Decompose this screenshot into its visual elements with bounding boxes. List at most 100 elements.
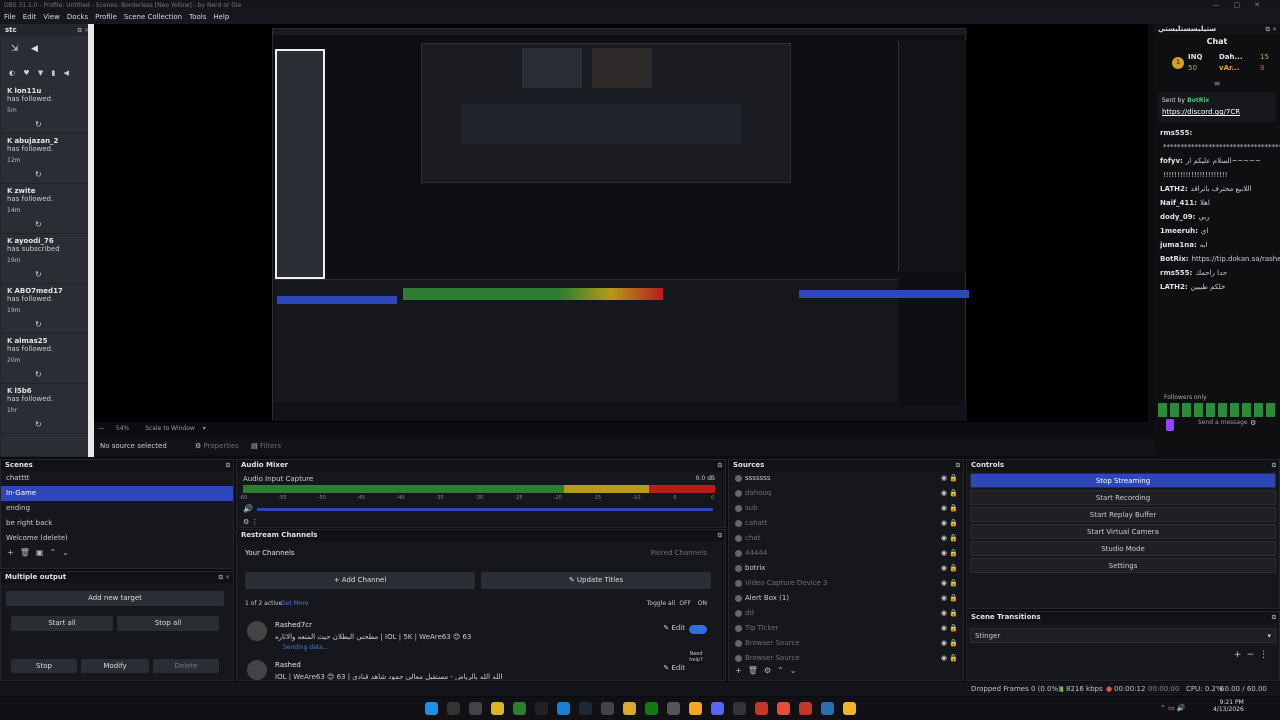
visibility-icon[interactable]: ◉ xyxy=(941,576,947,591)
channel-toggle[interactable] xyxy=(689,625,707,634)
source-item[interactable]: sssssss ◉ 🔒 xyxy=(729,471,963,486)
replay-icon[interactable]: ↻ xyxy=(35,270,42,279)
replay-icon[interactable]: ↻ xyxy=(35,220,42,229)
app-icon[interactable] xyxy=(667,702,680,715)
event-user[interactable]: zwite xyxy=(14,187,35,195)
help-button[interactable]: Need help? xyxy=(689,651,703,663)
menu-item[interactable]: File xyxy=(4,13,16,21)
control-button[interactable]: Start Virtual Camera xyxy=(970,524,1276,539)
tray-icons[interactable]: ⌃ ▭ 🔊 xyxy=(1160,704,1186,712)
app-icon[interactable] xyxy=(843,702,856,715)
source-item[interactable]: Browser Source ◉ 🔒 xyxy=(729,636,963,651)
source-item[interactable]: dd ◉ 🔒 xyxy=(729,606,963,621)
visibility-icon[interactable]: ◉ xyxy=(941,486,947,501)
event-user[interactable]: ABO7med17 xyxy=(14,287,62,295)
stop-all-button[interactable]: Stop all xyxy=(117,616,219,631)
app-icon[interactable] xyxy=(491,702,504,715)
lock-icon[interactable]: 🔒 xyxy=(949,636,958,651)
source-item[interactable]: Tip Ticker ◉ 🔒 xyxy=(729,621,963,636)
obs-icon[interactable] xyxy=(601,702,614,715)
menu-item[interactable]: Edit xyxy=(23,13,37,21)
chevron-down-icon[interactable]: ▾ xyxy=(203,425,206,432)
discord-icon[interactable] xyxy=(711,702,724,715)
app-icon[interactable] xyxy=(645,702,658,715)
visibility-icon[interactable]: ◉ xyxy=(941,531,947,546)
zoom-out-icon[interactable]: — xyxy=(98,425,104,432)
event-user[interactable]: almas25 xyxy=(14,337,47,345)
chat-user[interactable]: LATH2: xyxy=(1160,283,1188,291)
visibility-icon[interactable]: ◉ xyxy=(941,516,947,531)
chat-input[interactable]: Send a message xyxy=(1198,419,1248,426)
start-all-button[interactable]: Start all xyxy=(11,616,113,631)
lock-icon[interactable]: 🔒 xyxy=(949,546,958,561)
settings-icon[interactable]: ⚙ xyxy=(1250,419,1256,427)
delete-button[interactable]: Delete xyxy=(153,659,219,673)
update-titles-button[interactable]: ✎ Update Titles xyxy=(481,572,711,589)
filters-icon[interactable]: ▤ xyxy=(251,442,258,450)
lock-icon[interactable]: 🔒 xyxy=(949,501,958,516)
toggle-off[interactable]: OFF xyxy=(679,600,691,607)
scene-item[interactable]: ending xyxy=(1,501,233,516)
visibility-icon[interactable]: ◉ xyxy=(941,636,947,651)
menu-item[interactable]: Docks xyxy=(67,13,88,21)
visibility-icon[interactable]: ◉ xyxy=(941,471,947,486)
source-item[interactable]: 44444 ◉ 🔒 xyxy=(729,546,963,561)
replay-icon[interactable]: ↻ xyxy=(35,170,42,179)
control-button[interactable]: Settings xyxy=(970,558,1276,573)
visibility-icon[interactable]: ◉ xyxy=(941,546,947,561)
lock-icon[interactable]: 🔒 xyxy=(949,651,958,665)
replay-icon[interactable]: ↻ xyxy=(35,370,42,379)
volume-slider[interactable] xyxy=(257,508,713,511)
chat-user[interactable]: juma1na: xyxy=(1160,241,1197,249)
chat-user[interactable]: rms555: xyxy=(1160,129,1192,137)
dock-close-icon[interactable]: ⧉ ✕ xyxy=(1266,24,1277,35)
menu-item[interactable]: Scene Collection xyxy=(124,13,182,21)
chat-user[interactable]: fofyv: xyxy=(1160,157,1183,165)
chat-user[interactable]: BotRix: xyxy=(1160,255,1189,263)
lock-icon[interactable]: 🔒 xyxy=(949,621,958,636)
add-target-button[interactable]: Add new target xyxy=(6,591,224,606)
add-channel-button[interactable]: + Add Channel xyxy=(245,572,475,589)
scene-item[interactable]: be right back xyxy=(1,516,233,531)
source-item[interactable]: Browser Source ◉ 🔒 xyxy=(729,651,963,665)
modify-button[interactable]: Modify xyxy=(81,659,149,673)
clock[interactable]: 9:21 PM 4/13/2026 xyxy=(1213,699,1244,713)
source-item[interactable]: sub ◉ 🔒 xyxy=(729,501,963,516)
preview-canvas[interactable] xyxy=(94,24,1148,422)
steam-icon[interactable] xyxy=(579,702,592,715)
visibility-icon[interactable]: ◉ xyxy=(941,606,947,621)
lock-icon[interactable]: 🔒 xyxy=(949,516,958,531)
app-icon[interactable] xyxy=(689,702,702,715)
chat-user[interactable]: rms555: xyxy=(1160,269,1192,277)
control-button[interactable]: Studio Mode xyxy=(970,541,1276,556)
search-icon[interactable] xyxy=(447,702,460,715)
scenes-toolbar[interactable]: +🗑▣⌃⌄ xyxy=(1,546,233,559)
app-icon[interactable] xyxy=(799,702,812,715)
lock-icon[interactable]: 🔒 xyxy=(949,606,958,621)
visibility-icon[interactable]: ◉ xyxy=(941,561,947,576)
event-user[interactable]: abujazan_2 xyxy=(14,137,58,145)
properties-button[interactable]: Properties xyxy=(204,442,239,450)
lock-icon[interactable]: 🔒 xyxy=(949,576,958,591)
scene-item[interactable]: In-Game xyxy=(1,486,233,501)
control-button[interactable]: Stop Streaming xyxy=(970,473,1276,488)
chat-user[interactable]: Naif_411: xyxy=(1160,199,1197,207)
menu-item[interactable]: View xyxy=(43,13,60,21)
visibility-icon[interactable]: ◉ xyxy=(941,591,947,606)
transition-select[interactable]: Stinger ▾ xyxy=(970,628,1276,643)
pin-icon[interactable]: ⇲ xyxy=(11,44,19,54)
visibility-icon[interactable]: ◉ xyxy=(941,651,947,665)
start-icon[interactable] xyxy=(425,702,438,715)
chrome-icon[interactable] xyxy=(777,702,790,715)
event-user[interactable]: ayoodi_76 xyxy=(14,237,53,245)
folder-icon[interactable] xyxy=(623,702,636,715)
event-user[interactable]: lon11u xyxy=(14,87,41,95)
scale-to-window[interactable]: Scale to Window xyxy=(145,425,195,432)
get-more-link[interactable]: Get More xyxy=(281,600,308,607)
menu-item[interactable]: Help xyxy=(213,13,229,21)
source-item[interactable]: Alert Box (1) ◉ 🔒 xyxy=(729,591,963,606)
edit-channel-button[interactable]: ✎ Edit xyxy=(663,624,685,632)
toggle-on[interactable]: ON xyxy=(698,600,707,607)
mic-icon[interactable] xyxy=(1166,419,1174,431)
app-icon[interactable] xyxy=(821,702,834,715)
